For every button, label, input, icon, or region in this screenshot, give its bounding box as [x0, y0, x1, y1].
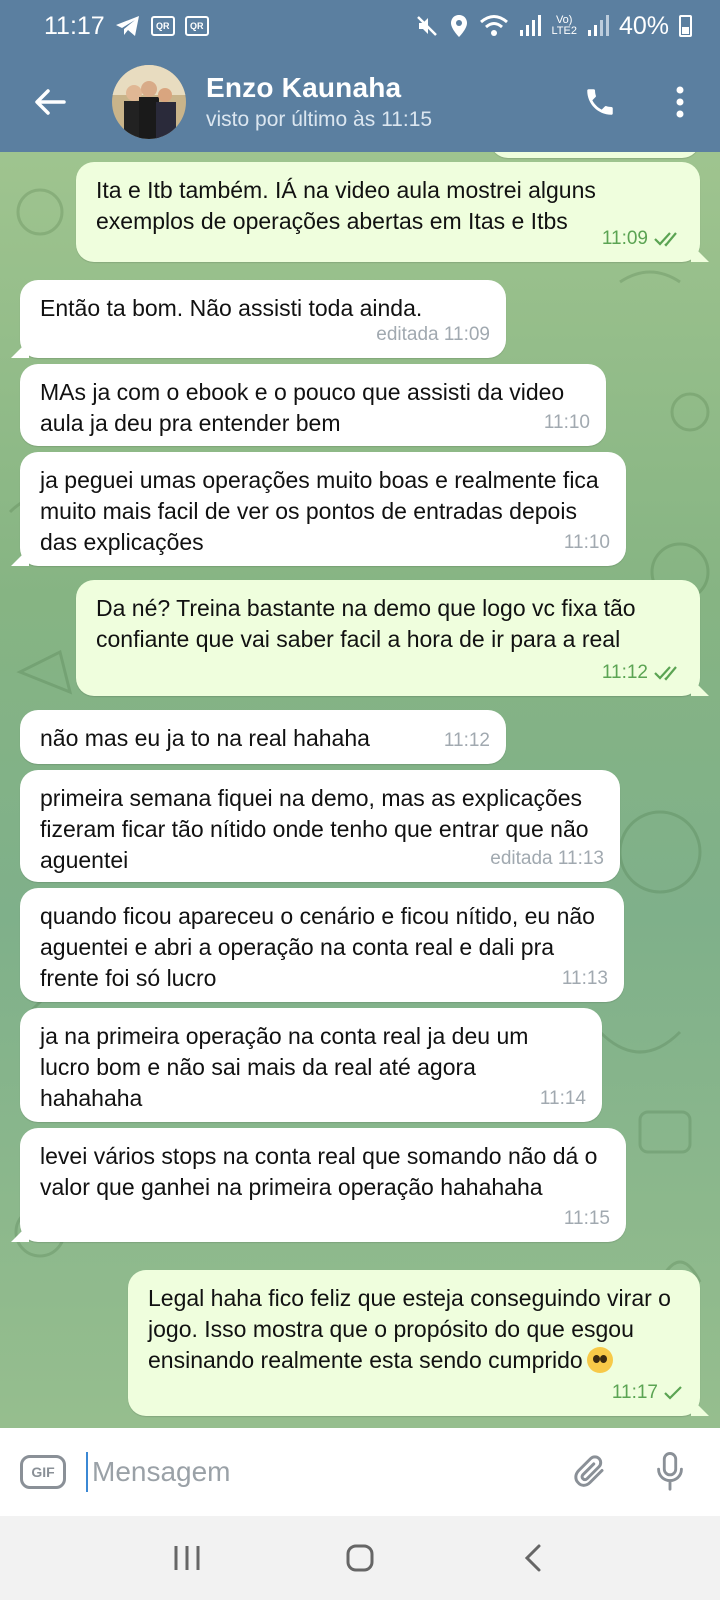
mute-icon [415, 14, 439, 38]
incoming-message[interactable]: levei vários stops na conta real que som… [20, 1128, 626, 1242]
telegram-icon [115, 15, 141, 37]
single-check-icon [664, 1385, 682, 1400]
incoming-message[interactable]: primeira semana fiquei na demo, mas as e… [20, 770, 620, 882]
message-time: 11:12 [443, 730, 490, 751]
message-text: ja peguei umas operações muito boas e re… [40, 467, 599, 555]
message-meta: 11:15 [564, 1203, 610, 1234]
message-meta: 11:12 [602, 657, 684, 688]
message-time: 11:15 [563, 1208, 610, 1229]
message-text: Ita e Itb também. IÁ na video aula mostr… [96, 177, 596, 234]
message-list[interactable]: Ita e Itb também. IÁ na video aula mostr… [0, 152, 720, 1428]
outgoing-message[interactable]: Ita e Itb também. IÁ na video aula mostr… [76, 162, 700, 262]
message-text-wrap: Legal haha fico feliz que esteja consegu… [148, 1283, 680, 1376]
message-meta: 11:09 [602, 223, 684, 254]
status-time: 11:17 [44, 11, 105, 40]
status-bar: 11:17 QR QR Vo) LTE2 40% [0, 0, 720, 52]
message-time: 11:14 [539, 1088, 586, 1109]
outgoing-message[interactable]: Legal haha fico feliz que esteja consegu… [128, 1270, 700, 1416]
contact-info[interactable]: Enzo Kaunaha visto por último às 11:15 [206, 72, 560, 132]
message-time: editada 11:13 [490, 848, 604, 869]
home-icon [346, 1544, 374, 1572]
incoming-message[interactable]: quando ficou apareceu o cenário e ficou … [20, 888, 624, 1002]
last-seen: visto por último às 11:15 [206, 108, 433, 131]
call-button[interactable] [560, 52, 640, 152]
message-time: 11:09 [601, 228, 648, 249]
attach-button[interactable] [560, 1442, 620, 1502]
location-icon [449, 14, 469, 38]
incoming-message[interactable]: ja peguei umas operações muito boas e re… [20, 452, 626, 566]
message-text: não mas eu ja to na real hahaha [40, 725, 370, 751]
contact-name: Enzo Kaunaha [206, 72, 402, 103]
incoming-message[interactable]: MAs ja com o ebook e o pouco que assisti… [20, 364, 606, 446]
back-button[interactable] [0, 52, 100, 152]
message-meta: 11:10 [564, 527, 610, 558]
message-time: 11:12 [601, 662, 648, 683]
network-label: LTE2 [551, 25, 577, 37]
message-text: ja na primeira operação na conta real ja… [40, 1023, 529, 1111]
message-meta: 11:17 [612, 1377, 684, 1408]
message-text: MAs ja com o ebook e o pouco que assisti… [40, 379, 565, 436]
message-time: 11:10 [563, 532, 610, 553]
message-time: 11:13 [561, 968, 608, 989]
recents-icon [174, 1546, 200, 1570]
message-time: 11:10 [543, 412, 590, 433]
message-meta: 11:13 [562, 963, 608, 994]
message-meta: 11:14 [540, 1083, 586, 1114]
double-check-icon [654, 665, 677, 681]
arrow-left-icon [35, 89, 66, 115]
outgoing-message[interactable]: Da né? Treina bastante na demo que logo … [76, 580, 700, 696]
message-text: levei vários stops na conta real que som… [40, 1143, 598, 1200]
chat-header: Enzo Kaunaha visto por último às 11:15 [0, 52, 720, 152]
message-text: Da né? Treina bastante na demo que logo … [96, 595, 636, 652]
pleading-face-emoji-icon [586, 1347, 613, 1373]
message-meta: editada 11:13 [490, 843, 604, 874]
incoming-message[interactable]: Então ta bom. Não assisti toda ainda. ed… [20, 280, 506, 358]
paperclip-icon [574, 1455, 604, 1487]
message-meta: 11:10 [544, 407, 590, 438]
message-time: editada 11:09 [376, 324, 490, 345]
gif-button[interactable]: GIF [20, 1455, 66, 1489]
lte-icon: Vo) LTE2 [551, 15, 576, 37]
message-input[interactable] [86, 1452, 540, 1492]
status-left: 11:17 QR QR [44, 12, 209, 41]
message-time: 11:17 [611, 1382, 658, 1403]
message-meta: editada 11:09 [376, 319, 490, 350]
menu-button[interactable] [640, 52, 720, 152]
battery-percent: 40% [618, 11, 669, 40]
incoming-message[interactable]: não mas eu ja to na real hahaha 11:12 [20, 710, 506, 764]
system-back-button[interactable] [493, 1528, 573, 1588]
message-meta: 11:12 [444, 725, 490, 756]
signal-icon [587, 15, 609, 37]
avatar[interactable] [112, 65, 186, 139]
system-nav-bar [0, 1516, 720, 1600]
composer: GIF [0, 1428, 720, 1516]
message-text: quando ficou apareceu o cenário e ficou … [40, 903, 595, 991]
voice-button[interactable] [640, 1442, 700, 1502]
double-check-icon [654, 231, 677, 247]
signal-icon [519, 15, 542, 37]
status-right: Vo) LTE2 40% [415, 12, 692, 41]
message-bubble-partial [490, 152, 700, 158]
home-button[interactable] [320, 1528, 400, 1588]
wifi-icon [479, 14, 509, 38]
phone-icon [587, 89, 613, 115]
more-vertical-icon [676, 86, 684, 118]
nav-back-icon [525, 1544, 541, 1572]
battery-icon [679, 15, 692, 37]
incoming-message[interactable]: ja na primeira operação na conta real ja… [20, 1008, 602, 1122]
recents-button[interactable] [147, 1528, 227, 1588]
notification-badge-icon: QR [150, 16, 175, 36]
notification-badge-icon: QR [184, 16, 209, 36]
microphone-icon [657, 1452, 683, 1491]
